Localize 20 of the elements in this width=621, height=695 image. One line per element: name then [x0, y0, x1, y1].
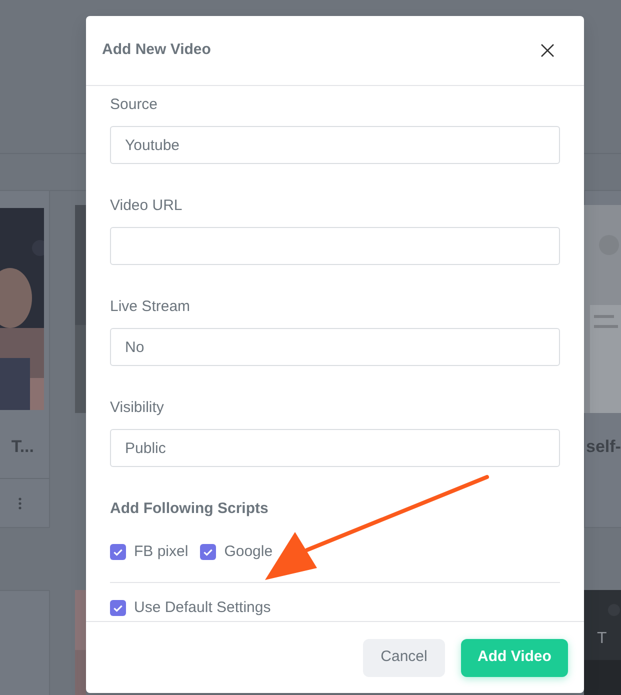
- input-field[interactable]: Youtube: [110, 126, 560, 164]
- close-icon[interactable]: [541, 44, 554, 57]
- more-options-icon[interactable]: [18, 497, 22, 510]
- input-field[interactable]: Public: [110, 429, 560, 467]
- checkbox[interactable]: [200, 544, 216, 560]
- modal-title: Add New Video: [102, 40, 211, 60]
- checkbox-label[interactable]: FB pixel: [134, 541, 188, 564]
- input-field[interactable]: [110, 227, 560, 265]
- field-label: Live Stream: [110, 297, 190, 317]
- checkbox-label[interactable]: Use Default Settings: [134, 596, 271, 619]
- field-label: Visibility: [110, 398, 164, 418]
- thumbnail-text: T: [597, 629, 610, 649]
- checkbox[interactable]: [110, 544, 126, 560]
- section-heading: Add Following Scripts: [110, 499, 268, 519]
- field-label: Source: [110, 95, 158, 115]
- checkbox-label[interactable]: Google: [224, 541, 273, 564]
- field-label: Video URL: [110, 196, 182, 216]
- cancel-button[interactable]: Cancel: [363, 638, 445, 676]
- checkbox[interactable]: [110, 600, 126, 616]
- input-field[interactable]: No: [110, 328, 560, 366]
